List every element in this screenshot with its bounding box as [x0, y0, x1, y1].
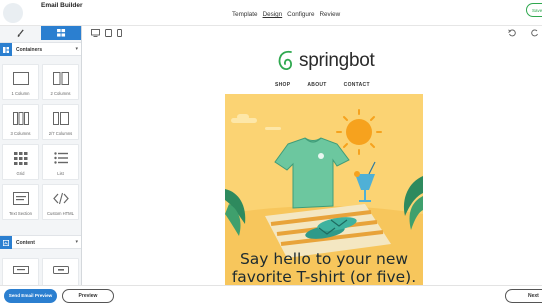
one-column-icon — [3, 72, 38, 85]
email-nav-shop[interactable]: SHOP — [275, 82, 290, 88]
chevron-down-icon: ▾ — [75, 239, 78, 245]
action-footer: Send Email Preview Preview Next — [0, 285, 542, 305]
block-list[interactable]: List — [42, 144, 79, 180]
next-button[interactable]: Next — [505, 289, 542, 303]
text-block-icon — [3, 266, 38, 274]
nav-configure[interactable]: Configure — [287, 11, 314, 18]
brand-wordmark: springbot — [299, 50, 375, 71]
block-label: Grid — [16, 171, 25, 176]
block-custom-html[interactable]: Custom HTML — [42, 184, 79, 220]
block-label: Custom HTML — [47, 211, 74, 216]
block-label: 3 Columns — [10, 131, 31, 136]
undo-icon[interactable] — [508, 29, 516, 37]
hero-headline: Say hello to your new favorite T-shirt (… — [225, 250, 423, 285]
block-label: 2 Columns — [50, 91, 71, 96]
two-columns-icon — [43, 72, 78, 85]
block-label: 1 Column — [11, 91, 30, 96]
mobile-icon[interactable] — [117, 29, 122, 37]
wizard-nav: Template Design Configure Review — [232, 11, 340, 18]
layout-icon — [0, 43, 12, 56]
block-grid[interactable]: Grid — [2, 144, 39, 180]
content-icon — [0, 236, 12, 249]
app-title: Email Builder — [41, 2, 83, 9]
section-content[interactable]: Content ▾ — [0, 235, 81, 249]
block-3-columns[interactable]: 3 Columns — [2, 104, 39, 140]
block-label: List — [57, 171, 64, 176]
nav-template[interactable]: Template — [232, 11, 258, 18]
block-text-section[interactable]: Text Section — [2, 184, 39, 220]
block-2-columns[interactable]: 2 Columns — [42, 64, 79, 100]
email-preview[interactable]: springbot SHOP ABOUT CONTACT Say hello t… — [225, 44, 423, 285]
brand-logo: springbot — [275, 48, 375, 74]
three-columns-icon — [3, 112, 38, 125]
button-block-icon — [43, 266, 78, 274]
brush-icon — [17, 29, 24, 37]
list-icon — [43, 152, 78, 164]
headline-line-1: Say hello to your new — [239, 250, 409, 268]
send-email-preview-button[interactable]: Send Email Preview — [4, 289, 57, 303]
block-content-2[interactable] — [42, 258, 79, 285]
components-panel: Containers ▾ 1 Column 2 Columns 3 Column… — [0, 26, 82, 285]
block-label: 2/7 Columns — [48, 131, 73, 136]
block-content-1[interactable] — [2, 258, 39, 285]
section-label: Containers — [16, 47, 43, 53]
design-canvas: springbot SHOP ABOUT CONTACT Say hello t… — [83, 26, 542, 285]
block-2-7-columns[interactable]: 2/7 Columns — [42, 104, 79, 140]
preview-button[interactable]: Preview — [62, 289, 114, 303]
code-icon — [43, 192, 78, 205]
two-seven-columns-icon — [43, 112, 78, 125]
app-header: Email Builder Template Design Configure … — [0, 0, 542, 26]
panel-tabs — [0, 26, 81, 40]
save-button[interactable]: Save — [526, 3, 542, 17]
nav-design[interactable]: Design — [263, 11, 283, 18]
email-nav-contact[interactable]: CONTACT — [344, 82, 370, 88]
email-nav-about[interactable]: ABOUT — [307, 82, 326, 88]
section-containers[interactable]: Containers ▾ — [0, 42, 81, 56]
springbot-swirl-icon — [278, 50, 292, 70]
hero-image[interactable]: Say hello to your new favorite T-shirt (… — [225, 94, 423, 285]
device-toggle — [91, 29, 122, 37]
block-1-column[interactable]: 1 Column — [2, 64, 39, 100]
app-logo — [3, 3, 23, 23]
chevron-down-icon: ▾ — [75, 46, 78, 52]
desktop-icon[interactable] — [91, 29, 100, 37]
section-label: Content — [16, 240, 35, 246]
tab-style[interactable] — [0, 26, 41, 40]
tab-blocks[interactable] — [41, 26, 81, 40]
tablet-icon[interactable] — [105, 29, 112, 37]
email-nav: SHOP ABOUT CONTACT — [275, 82, 370, 88]
text-section-icon — [3, 192, 38, 205]
grid-dots-icon — [3, 152, 38, 165]
headline-line-2: favorite T-shirt (or five). — [231, 267, 417, 285]
nav-review[interactable]: Review — [319, 11, 340, 18]
block-label: Text Section — [9, 211, 32, 216]
grid-icon — [57, 29, 66, 37]
redo-icon[interactable] — [531, 29, 539, 37]
